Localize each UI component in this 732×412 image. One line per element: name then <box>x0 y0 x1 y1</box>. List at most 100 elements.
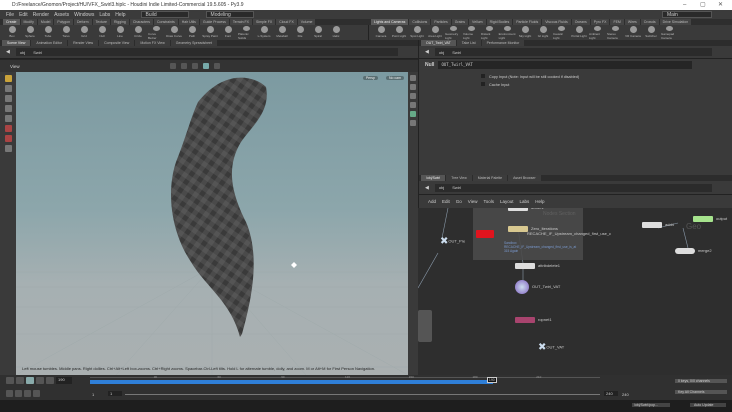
stop-button[interactable] <box>26 377 34 384</box>
node-name-field[interactable]: OUT_Twirl_VAT <box>438 61 692 69</box>
cache-input-checkbox[interactable] <box>481 82 485 86</box>
shelf-tool[interactable]: Sphere <box>22 25 38 40</box>
select-icon[interactable] <box>4 75 12 82</box>
node-out-vat[interactable]: ✖OUT_VAT <box>538 342 564 353</box>
path-obj[interactable]: obj <box>20 50 25 55</box>
back-icon[interactable]: ◀ <box>425 49 429 55</box>
shelf-tool[interactable]: Line <box>112 25 128 40</box>
menu-windows[interactable]: Windows <box>74 12 94 18</box>
end-frame[interactable]: 240 <box>622 392 629 397</box>
node-divide[interactable]: divide1 <box>508 208 544 211</box>
pan-icon[interactable] <box>180 63 187 69</box>
shelf-tool[interactable]: Gamepad Camera <box>661 25 677 40</box>
start-frame[interactable]: 1 <box>92 392 94 397</box>
auto-update-menu[interactable]: Auto Update <box>690 403 726 407</box>
shelf-tool[interactable]: L-System <box>256 25 272 40</box>
range-slider[interactable] <box>125 394 600 395</box>
display-icon[interactable] <box>410 75 416 81</box>
shelf-tool[interactable]: Platonic Solids <box>238 25 254 40</box>
network-menu-item[interactable]: Add <box>428 199 436 204</box>
network-menu-item[interactable]: Go <box>456 199 462 204</box>
shelf-tool[interactable]: Environment Light <box>499 25 515 40</box>
node-out-twirl-vat[interactable]: OUT_Twirl_VAT <box>515 280 560 294</box>
path-field[interactable]: obj Swirl <box>15 48 398 56</box>
shelf-tool[interactable]: Ambient Light <box>589 25 605 40</box>
ortho-grid-icon[interactable] <box>202 63 209 69</box>
pane-tab[interactable]: Material Palette <box>472 175 508 181</box>
network-editor[interactable]: Nodes Section Geo divide1 Zero_Iteration… <box>418 208 732 375</box>
handle-icon[interactable] <box>4 115 12 122</box>
range-end-field[interactable]: 240 <box>604 391 618 396</box>
shelf-tool[interactable]: Metaball <box>274 25 290 40</box>
close-button[interactable]: ✕ <box>718 0 723 10</box>
shelf-tool[interactable]: Point Light <box>391 25 407 40</box>
wireframe-icon[interactable] <box>410 93 416 99</box>
pane-tab[interactable]: Tree View <box>446 175 472 181</box>
shelf-tool[interactable]: Geometry Light <box>445 25 461 40</box>
maximize-button[interactable]: ▢ <box>700 0 706 10</box>
shelf-tool[interactable]: Area Light <box>427 25 443 40</box>
pane-tab[interactable]: Asset Browser <box>508 175 541 181</box>
path-swirl[interactable]: Swirl <box>452 185 461 190</box>
persp-menu[interactable]: Persp <box>362 76 378 80</box>
minimize-button[interactable]: – <box>683 0 686 10</box>
back-icon[interactable]: ◀ <box>6 49 10 55</box>
shelf-tool[interactable]: Torus <box>58 25 74 40</box>
back-icon[interactable]: ◀ <box>425 185 429 191</box>
node-out-pre[interactable]: ✖OUT_Pre <box>440 236 465 247</box>
points-icon[interactable] <box>410 120 416 126</box>
play-button[interactable] <box>36 377 44 384</box>
node-output[interactable]: output <box>693 216 727 222</box>
audio-icon[interactable] <box>6 390 13 397</box>
realtime-icon[interactable] <box>33 390 40 397</box>
node-merge[interactable]: merge2 <box>675 248 712 254</box>
paint-icon[interactable] <box>4 135 12 142</box>
shelf-tool[interactable]: Grid <box>76 25 92 40</box>
param-path-field[interactable]: obj Swirl <box>434 48 712 56</box>
network-menu-item[interactable]: Labs <box>520 199 530 204</box>
node-recache[interactable]: RECACHE_IF_Upstream_changed_first_use_c <box>476 230 611 238</box>
network-menu-item[interactable]: View <box>468 199 478 204</box>
shelf-tool[interactable]: Distant Light <box>481 25 497 40</box>
current-frame-marker[interactable]: 190 <box>486 377 497 383</box>
shelf-tool[interactable]: Curve Bezier <box>148 25 164 40</box>
lighting-icon[interactable] <box>410 84 416 90</box>
shelf-tool[interactable]: Spot Light <box>409 25 425 40</box>
path-swirl[interactable]: Swirl <box>33 50 42 55</box>
keys-icon[interactable] <box>15 390 22 397</box>
snapshot-icon[interactable] <box>213 63 220 69</box>
shaded-icon[interactable] <box>410 102 416 108</box>
network-menu-item[interactable]: Layout <box>500 199 514 204</box>
tumble-icon[interactable] <box>169 63 176 69</box>
shelf-tool[interactable]: Circle <box>130 25 146 40</box>
pane-tab[interactable]: OUT_Twirl_VAT <box>421 40 456 46</box>
menu-file[interactable]: File <box>6 12 14 18</box>
copy-input-checkbox[interactable] <box>481 74 485 78</box>
network-menu-item[interactable]: Help <box>535 199 544 204</box>
camera-icon[interactable] <box>4 145 12 152</box>
node-add[interactable]: add4 <box>642 222 674 228</box>
shelf-tool[interactable]: Spray Paint <box>202 25 218 40</box>
keys-channels-menu[interactable]: 0 keys, 0/0 channels <box>675 379 727 383</box>
view-label[interactable]: View <box>10 64 20 69</box>
key-all-channels-menu[interactable]: Key All Channels <box>675 390 727 394</box>
shelf-tool[interactable]: Portal Light <box>571 25 587 40</box>
menu-labs[interactable]: Labs <box>99 12 110 18</box>
network-menu-item[interactable]: Tools <box>483 199 494 204</box>
step-back-button[interactable] <box>16 377 24 384</box>
menu-help[interactable]: Help <box>115 12 125 18</box>
menu-assets[interactable]: Assets <box>54 12 69 18</box>
scene-viewport[interactable]: Persp No cam <box>16 72 408 375</box>
shelf-tool[interactable]: GI Light <box>535 25 551 40</box>
shelf-tool[interactable]: Caustic Light <box>553 25 569 40</box>
shelf-tool[interactable]: Draw Curve <box>166 25 182 40</box>
camera-menu[interactable]: No cam <box>385 76 404 80</box>
shelf-tool[interactable]: Switcher <box>643 25 659 40</box>
scale-icon[interactable] <box>4 105 12 112</box>
pane-tab[interactable]: Take List <box>456 40 481 46</box>
shelf-tool[interactable]: Path <box>184 25 200 40</box>
status-path[interactable]: /obj/Swirl/pop... <box>632 403 670 407</box>
main-select[interactable]: Main <box>662 11 712 18</box>
jump-start-button[interactable] <box>6 377 14 384</box>
shelf-tool[interactable]: Stereo Camera <box>607 25 623 40</box>
